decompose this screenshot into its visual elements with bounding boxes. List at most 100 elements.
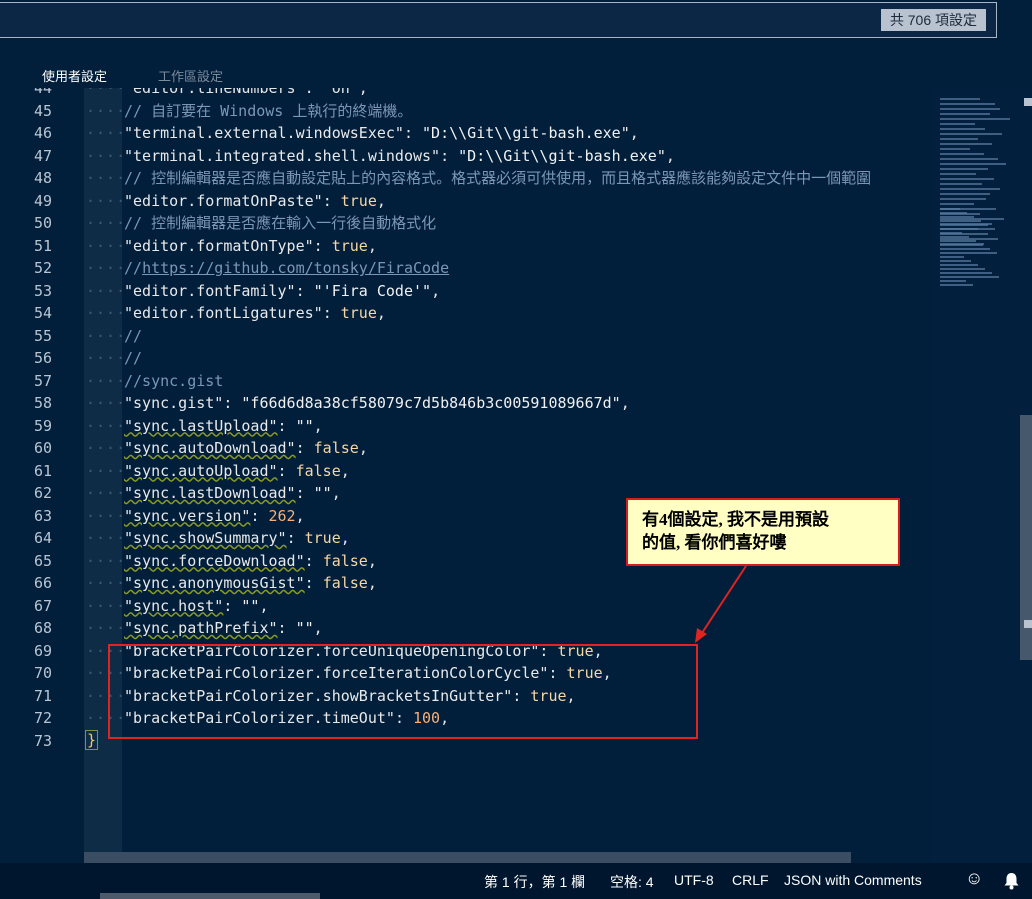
code-line[interactable]: 57 ····//sync.gist: [0, 370, 932, 393]
bell-icon[interactable]: [1003, 872, 1020, 890]
code-line[interactable]: 50 ····// 控制編輯器是否應在輸入一行後自動格式化: [0, 212, 932, 235]
status-language[interactable]: JSON with Comments: [784, 872, 922, 888]
token: ,: [367, 236, 377, 255]
minimap-line: [940, 163, 1006, 165]
line-number: 57: [33, 371, 52, 390]
token: "sync.version": [124, 506, 251, 525]
token: false: [295, 461, 341, 480]
code-line[interactable]: 48 ····// 控制編輯器是否應自動設定貼上的內容格式。格式器必須可供使用，而…: [0, 167, 932, 190]
code-line[interactable]: 46 ···· "terminal.external.windowsExec": "…: [0, 122, 932, 145]
code-line[interactable]: 68 ···· "sync.pathPrefix": "",: [0, 617, 932, 640]
token: :: [286, 529, 305, 547]
token: "": [313, 484, 332, 502]
whitespace-dots: ····: [86, 349, 127, 367]
minimap-line: [940, 208, 960, 210]
code-editor[interactable]: 44 ···· "editor.lineNumbers": "on", 45 ···· /…: [0, 88, 932, 863]
token: "editor.fontFamily": [124, 281, 296, 300]
code-text: "terminal.external.windowsExec": "D:\\Gi…: [124, 122, 639, 145]
minimap-line: [940, 276, 999, 278]
token: :: [304, 574, 323, 592]
code-line[interactable]: 51 ···· "editor.formatOnType": true,: [0, 235, 932, 258]
code-text: // 控制編輯器是否應自動設定貼上的內容格式。格式器必須可供使用，而且格式器應該…: [124, 167, 871, 190]
code-line[interactable]: 66 ···· "sync.anonymousGist": false,: [0, 572, 932, 595]
minimap-line: [940, 232, 962, 234]
settings-search-bar[interactable]: 共 706 項設定: [0, 2, 997, 38]
line-number: 61: [33, 461, 52, 480]
code-line[interactable]: 49 ···· "editor.formatOnPaste": true,: [0, 190, 932, 213]
code-line[interactable]: 61 ···· "sync.autoUpload": false,: [0, 460, 932, 483]
token: "sync.autoDownload": [124, 439, 296, 457]
token: :: [295, 281, 314, 300]
token: :: [295, 484, 314, 502]
token: ,: [340, 529, 350, 547]
token: false: [322, 574, 368, 592]
code-text: "sync.lastDownload": "",: [124, 482, 341, 505]
minimap-line: [940, 252, 997, 254]
minimap-line: [940, 158, 998, 160]
line-number: 52: [33, 259, 52, 277]
token: :: [277, 461, 296, 480]
token: :: [250, 506, 269, 525]
token: "terminal.external.windowsExec": [124, 124, 404, 142]
line-number: 71: [33, 686, 52, 705]
token: ,: [367, 551, 377, 570]
code-line[interactable]: 67 ···· "sync.host": "",: [0, 595, 932, 618]
minimap-line: [940, 153, 984, 155]
token: "sync.anonymousGist": [124, 574, 305, 592]
tab-user-settings[interactable]: 使用者設定: [42, 66, 107, 85]
token: // 控制編輯器是否應在輸入一行後自動格式化: [124, 214, 437, 232]
token: //sync.gist: [124, 371, 224, 390]
minimap-line: [940, 236, 969, 238]
token: "D:\\Git\\git-bash.exe": [422, 124, 630, 142]
code-text: "sync.showSummary": true,: [124, 527, 350, 550]
code-line[interactable]: 52 ····//https://github.com/tonsky/FiraCo…: [0, 257, 932, 280]
token: "sync.host": [124, 596, 224, 615]
line-number: 60: [33, 439, 52, 457]
code-line[interactable]: 54 ···· "editor.fontLigatures": true,: [0, 302, 932, 325]
minimap-line: [940, 183, 982, 185]
code-line[interactable]: 56 ····//: [0, 347, 932, 370]
smiley-icon[interactable]: ☺: [965, 868, 983, 889]
whitespace-dots: ····: [86, 574, 127, 592]
minimap-line: [940, 240, 976, 242]
code-line[interactable]: 53 ···· "editor.fontFamily": "'Fira Code'"…: [0, 280, 932, 303]
token: ,: [358, 439, 368, 457]
status-cursor-position[interactable]: 第 1 行，第 1 欄: [484, 872, 585, 892]
line-number: 67: [33, 596, 52, 615]
code-line[interactable]: 47 ···· "terminal.integrated.shell.windows…: [0, 145, 932, 168]
code-text: //: [124, 325, 142, 348]
code-text: //: [124, 347, 142, 370]
code-line[interactable]: 44 ···· "editor.lineNumbers": "on",: [0, 88, 932, 100]
line-number: 46: [33, 124, 52, 142]
code-line[interactable]: 55 ····//: [0, 325, 932, 348]
minimap-line: [940, 224, 988, 226]
token: ,: [665, 146, 675, 165]
whitespace-dots: ····: [86, 304, 127, 322]
status-indentation[interactable]: 空格: 4: [610, 872, 654, 892]
status-encoding[interactable]: UTF-8: [674, 872, 714, 888]
token: ,: [367, 574, 377, 592]
whitespace-dots: ····: [86, 551, 127, 570]
line-number: 50: [33, 214, 52, 232]
minimap[interactable]: [932, 88, 1032, 863]
code-text: "sync.anonymousGist": false,: [124, 572, 377, 595]
minimap-line: [940, 143, 992, 145]
code-text: "sync.lastUpload": "",: [124, 415, 323, 438]
code-line[interactable]: 59 ···· "sync.lastUpload": "",: [0, 415, 932, 438]
line-number: 72: [33, 709, 52, 727]
status-eol[interactable]: CRLF: [732, 872, 769, 888]
minimap-line: [940, 244, 983, 246]
token: :: [223, 596, 242, 615]
minimap-line: [940, 108, 1000, 110]
token: // 自訂要在 Windows 上執行的終端機。: [124, 101, 413, 120]
code-line[interactable]: 60 ···· "sync.autoDownload": false,: [0, 437, 932, 460]
line-number: 45: [33, 101, 52, 120]
minimap-line: [940, 133, 1002, 135]
minimap-line: [940, 198, 986, 200]
tab-workspace-settings[interactable]: 工作區設定: [158, 66, 223, 85]
code-line[interactable]: 58 ···· "sync.gist": "f66d6d8a38cf58079c7d…: [0, 392, 932, 415]
code-text: "sync.gist": "f66d6d8a38cf58079c7d5b846b…: [124, 392, 630, 415]
line-number: 73: [33, 731, 52, 750]
whitespace-dots: ····: [86, 439, 127, 457]
code-line[interactable]: 45 ····// 自訂要在 Windows 上執行的終端機。: [0, 100, 932, 123]
